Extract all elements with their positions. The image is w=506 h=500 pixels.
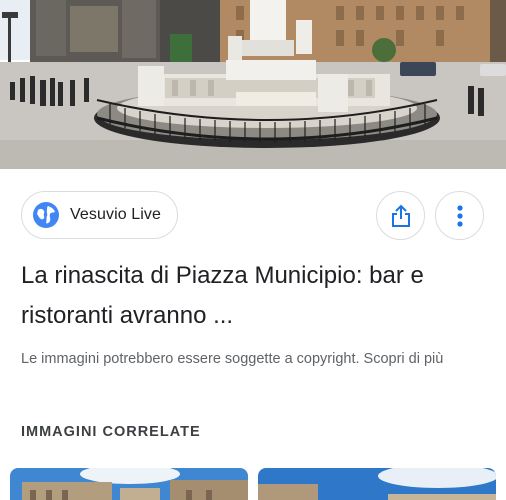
related-image-thumbnail[interactable]: [10, 468, 248, 500]
more-vert-icon: [456, 204, 463, 227]
share-button[interactable]: [376, 191, 425, 240]
image-viewer-page: Vesuvio Live La rinascita di Piazza Muni…: [0, 0, 506, 500]
hero-image[interactable]: [0, 0, 506, 169]
source-label: Vesuvio Live: [70, 206, 162, 223]
result-title[interactable]: La rinascita di Piazza Municipio: bar e …: [21, 256, 491, 336]
share-icon: [391, 204, 410, 227]
source-chip[interactable]: Vesuvio Live: [21, 191, 179, 239]
copyright-notice[interactable]: Le immagini potrebbero essere soggette a…: [21, 345, 491, 373]
related-images-heading: IMMAGINI CORRELATE: [21, 424, 201, 440]
globe-icon: [33, 202, 59, 228]
more-options-button[interactable]: [435, 191, 484, 240]
related-image-thumbnail[interactable]: [258, 468, 496, 500]
